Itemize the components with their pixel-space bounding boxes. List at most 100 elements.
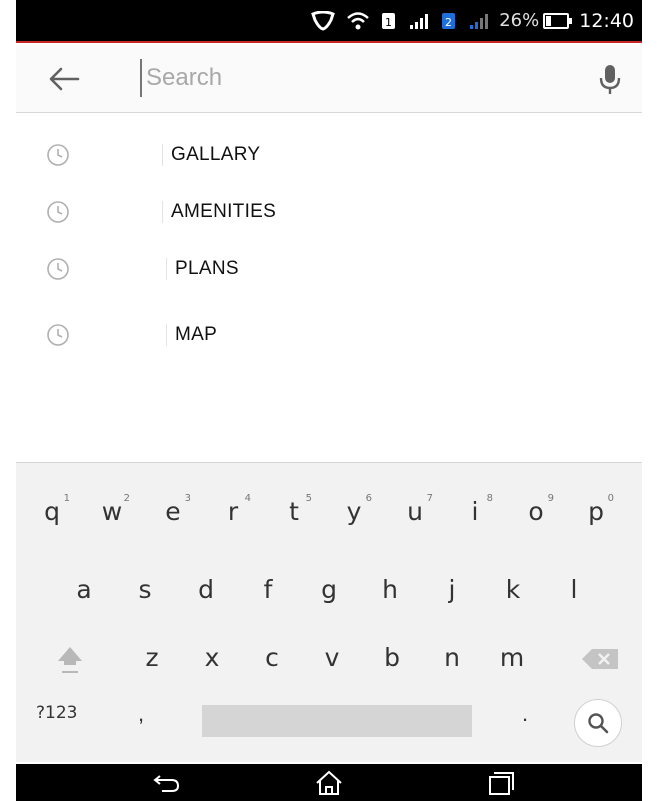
svg-text:1: 1 [385, 16, 392, 29]
svg-text:2: 2 [445, 16, 452, 29]
key-hint: 7 [426, 493, 433, 504]
key-t[interactable]: t5 [268, 483, 320, 539]
key-c[interactable]: c [246, 629, 298, 685]
key-v[interactable]: v [306, 629, 358, 685]
key-label: v [324, 642, 340, 672]
key-label: q [44, 496, 60, 526]
suggestion-label: GALLARY [162, 144, 260, 166]
search-icon [588, 713, 609, 734]
key-label: n [444, 642, 460, 672]
clock-time: 12:40 [579, 9, 634, 32]
key-u[interactable]: u7 [389, 483, 441, 539]
sim2-icon: 2 [441, 11, 457, 31]
key-label: g [321, 574, 337, 604]
suggestion-label: AMENITIES [162, 201, 276, 223]
back-button[interactable] [46, 63, 82, 95]
suggestion-item-gallary[interactable]: GALLARY [16, 128, 642, 182]
suggestion-item-plans[interactable]: PLANS [16, 242, 642, 296]
signal-icon [469, 12, 489, 30]
nav-recents-button[interactable] [486, 770, 516, 796]
history-clock-icon [47, 324, 69, 346]
key-h[interactable]: h [364, 561, 416, 617]
key-r[interactable]: r4 [207, 483, 259, 539]
battery-icon [543, 12, 573, 29]
key-hint: 6 [365, 493, 372, 504]
key-p[interactable]: p0 [570, 483, 622, 539]
key-k[interactable]: k [487, 561, 539, 617]
system-nav-bar [16, 764, 642, 801]
on-screen-keyboard: q1 w2 e3 r4 t5 y6 u7 i8 o9 p0 a s d f g … [16, 462, 642, 762]
key-label: t [289, 496, 299, 526]
key-label: u [407, 496, 423, 526]
comma-key[interactable]: , [138, 701, 144, 727]
arrow-left-icon [49, 67, 80, 91]
search-suggestions-list: GALLARY AMENITIES PLANS MAP [16, 114, 642, 460]
key-q[interactable]: q1 [26, 483, 78, 539]
key-label: d [198, 574, 214, 604]
voice-search-button[interactable] [596, 63, 624, 97]
key-label: m [499, 642, 525, 672]
key-y[interactable]: y6 [328, 483, 380, 539]
search-toolbar [16, 45, 642, 113]
keyboard-search-button[interactable] [574, 699, 622, 747]
key-e[interactable]: e3 [147, 483, 199, 539]
search-input[interactable] [140, 59, 576, 97]
key-g[interactable]: g [303, 561, 355, 617]
sim1-icon: 1 [381, 11, 397, 31]
key-label: p [588, 496, 604, 526]
battery-percent: 26% [499, 10, 540, 31]
key-s[interactable]: s [119, 561, 171, 617]
key-i[interactable]: i8 [449, 483, 501, 539]
key-o[interactable]: o9 [510, 483, 562, 539]
microphone-icon [599, 65, 621, 94]
key-hint: 5 [305, 493, 312, 504]
back-nav-icon [153, 775, 180, 792]
key-hint: 8 [486, 493, 493, 504]
key-label: w [101, 496, 123, 526]
key-label: f [263, 574, 273, 604]
suggestion-label: PLANS [166, 258, 239, 280]
suggestion-label: MAP [166, 324, 217, 346]
key-hint: 3 [184, 493, 191, 504]
backspace-key[interactable] [578, 643, 622, 675]
signal-icon [409, 12, 429, 30]
backspace-icon [582, 649, 618, 669]
history-clock-icon [47, 201, 69, 223]
key-hint: 9 [547, 493, 554, 504]
key-label: x [204, 642, 220, 672]
key-label: r [227, 496, 239, 526]
key-hint: 2 [123, 493, 130, 504]
key-label: y [346, 496, 362, 526]
key-l[interactable]: l [548, 561, 600, 617]
nav-back-button[interactable] [152, 770, 182, 796]
key-f[interactable]: f [242, 561, 294, 617]
key-label: c [265, 642, 279, 672]
key-label: b [384, 642, 400, 672]
shield-icon [311, 10, 336, 31]
suggestion-item-map[interactable]: MAP [16, 308, 642, 362]
period-key[interactable]: . [522, 701, 528, 727]
key-hint: 0 [607, 493, 614, 504]
history-clock-icon [47, 258, 69, 280]
key-w[interactable]: w2 [86, 483, 138, 539]
key-d[interactable]: d [180, 561, 232, 617]
nav-home-button[interactable] [314, 770, 344, 796]
shift-key[interactable] [50, 641, 90, 677]
key-x[interactable]: x [186, 629, 238, 685]
key-b[interactable]: b [366, 629, 418, 685]
key-label: z [145, 642, 159, 672]
key-z[interactable]: z [126, 629, 178, 685]
shift-arrow-icon [58, 647, 82, 673]
key-a[interactable]: a [58, 561, 110, 617]
home-icon [316, 770, 342, 795]
space-bar[interactable] [202, 705, 472, 737]
key-n[interactable]: n [426, 629, 478, 685]
key-label: s [138, 574, 152, 604]
key-hint: 1 [63, 493, 70, 504]
key-label: a [76, 574, 92, 604]
key-j[interactable]: j [426, 561, 478, 617]
symbols-key[interactable]: ?123 [36, 703, 77, 723]
key-label: h [382, 574, 398, 604]
suggestion-item-amenities[interactable]: AMENITIES [16, 185, 642, 239]
key-m[interactable]: m [486, 629, 538, 685]
